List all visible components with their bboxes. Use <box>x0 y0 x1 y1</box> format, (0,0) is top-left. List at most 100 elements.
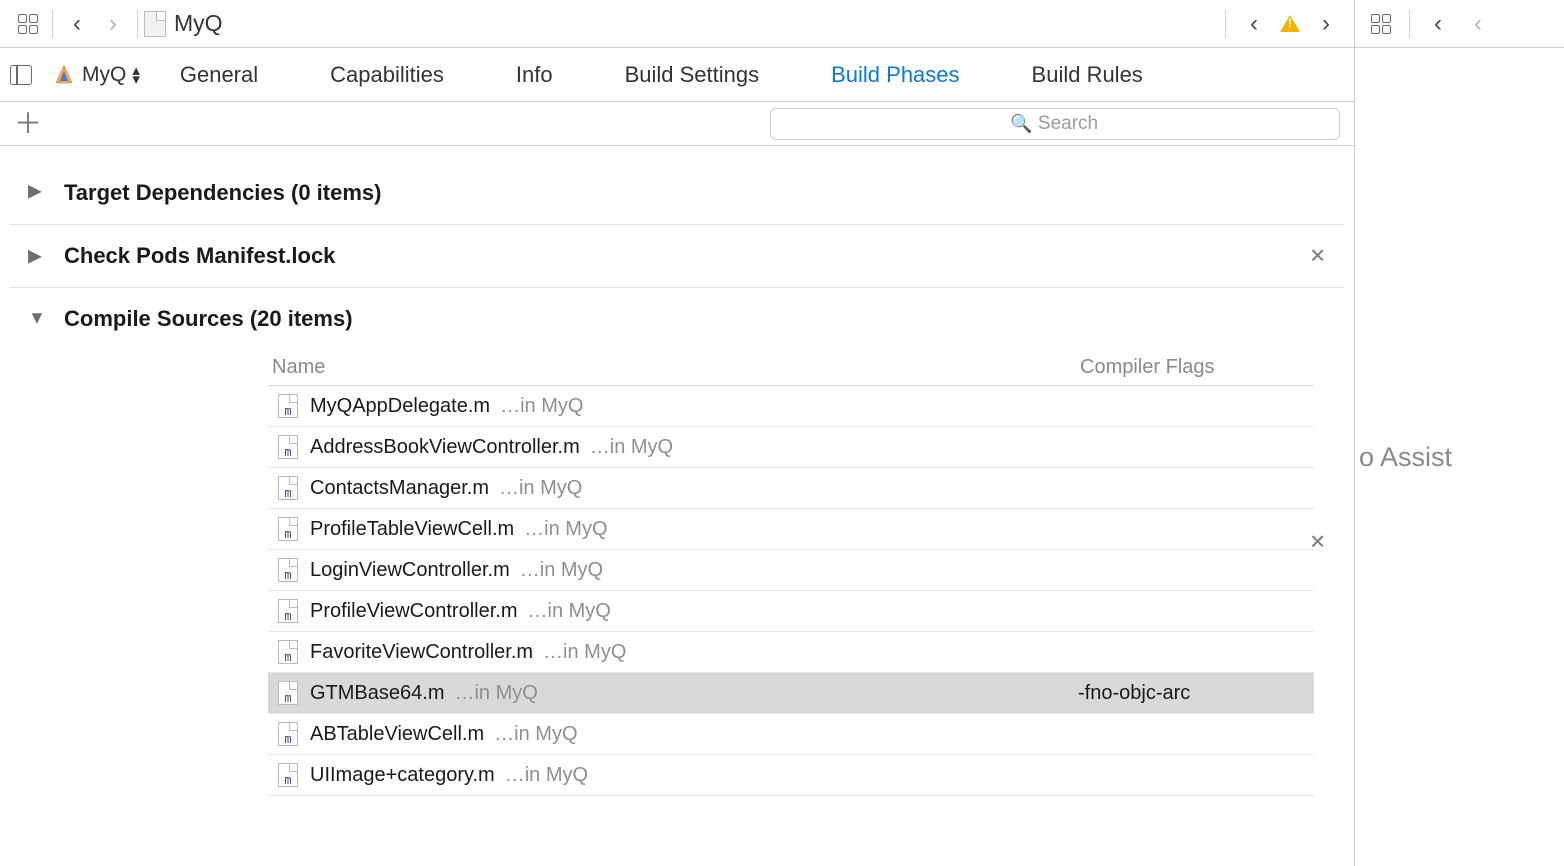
grid-icon <box>1371 14 1391 34</box>
build-phase[interactable]: ▶ Target Dependencies (0 items) <box>10 158 1344 225</box>
issues-indicator[interactable] <box>1276 6 1304 42</box>
related-items-button[interactable] <box>1363 6 1399 42</box>
path-bar: ‹ › MyQ ‹ › <box>0 0 1354 48</box>
objc-file-icon <box>278 763 298 787</box>
file-name: FavoriteViewController.m <box>310 641 533 664</box>
file-location: …in MyQ <box>505 764 588 787</box>
search-input[interactable] <box>770 108 1340 140</box>
file-location: …in MyQ <box>528 600 611 623</box>
phase-title: Compile Sources (20 items) <box>64 306 353 331</box>
table-row[interactable]: ProfileViewController.m …in MyQ <box>268 591 1314 632</box>
nav-forward-button[interactable]: › <box>95 6 131 42</box>
nav-forward-button[interactable]: ‹ <box>1460 6 1496 42</box>
file-name: UIImage+category.m <box>310 764 495 787</box>
objc-file-icon <box>278 558 298 582</box>
target-tab-bar: MyQ ▴▾ GeneralCapabilitiesInfoBuild Sett… <box>0 48 1354 102</box>
separator <box>52 10 53 38</box>
separator <box>1409 10 1410 38</box>
table-row[interactable]: LoginViewController.m …in MyQ <box>268 550 1314 591</box>
disclosure-right-icon[interactable]: ▶ <box>28 246 42 267</box>
table-row[interactable]: FavoriteViewController.m …in MyQ <box>268 632 1314 673</box>
panel-toggle-button[interactable] <box>10 65 32 85</box>
tab-build-settings[interactable]: Build Settings <box>625 62 760 88</box>
file-location: …in MyQ <box>543 641 626 664</box>
chevron-right-icon: › <box>1322 12 1330 36</box>
file-name: LoginViewController.m <box>310 559 510 582</box>
document-icon <box>144 11 166 37</box>
table-row[interactable]: ABTableViewCell.m …in MyQ <box>268 714 1314 755</box>
file-location: …in MyQ <box>494 723 577 746</box>
table-row[interactable]: AddressBookViewController.m …in MyQ <box>268 427 1314 468</box>
objc-file-icon <box>278 681 298 705</box>
nav-back-button[interactable]: ‹ <box>59 6 95 42</box>
file-location: …in MyQ <box>524 518 607 541</box>
objc-file-icon <box>278 517 298 541</box>
table-header: NameCompiler Flags <box>268 356 1314 386</box>
search-wrap: 🔍 <box>770 108 1340 140</box>
objc-file-icon <box>278 476 298 500</box>
disclosure-right-icon[interactable]: ▶ <box>28 181 42 202</box>
project-title: MyQ <box>174 10 223 37</box>
warning-icon <box>1280 15 1300 32</box>
app-target-icon <box>52 63 76 87</box>
grid-icon <box>18 14 38 34</box>
compiler-flags-cell[interactable]: -fno-objc-arc <box>1078 682 1308 705</box>
remove-phase-button[interactable]: ✕ <box>1309 244 1326 269</box>
chevron-left-icon: ‹ <box>1434 12 1442 36</box>
table-row[interactable]: UIImage+category.m …in MyQ <box>268 755 1314 796</box>
phase-title: Target Dependencies (0 items) <box>64 180 381 205</box>
tab-info[interactable]: Info <box>516 62 553 88</box>
objc-file-icon <box>278 599 298 623</box>
file-name: ProfileTableViewCell.m <box>310 518 514 541</box>
chevron-right-icon: › <box>109 12 117 36</box>
file-location: …in MyQ <box>520 559 603 582</box>
compile-sources-table: NameCompiler Flags MyQAppDelegate.m …in My… <box>268 356 1314 796</box>
file-location: …in MyQ <box>500 395 583 418</box>
table-row[interactable]: MyQAppDelegate.m …in MyQ <box>268 386 1314 427</box>
chevron-right-icon: ‹ <box>1474 12 1482 36</box>
column-flags[interactable]: Compiler Flags <box>1080 356 1310 379</box>
build-phase[interactable]: ▶ Check Pods Manifest.lock ✕ <box>10 225 1344 288</box>
disclosure-down-icon[interactable]: ▼ <box>28 308 46 329</box>
path-segment-project[interactable]: MyQ <box>144 6 223 42</box>
separator <box>1225 10 1226 38</box>
file-location: …in MyQ <box>454 682 537 705</box>
table-row[interactable]: ContactsManager.m …in MyQ <box>268 468 1314 509</box>
chevron-left-icon: ‹ <box>1250 12 1258 36</box>
chevron-left-icon: ‹ <box>73 12 81 36</box>
file-name: ProfileViewController.m <box>310 600 518 623</box>
phase-title: Check Pods Manifest.lock <box>64 243 335 268</box>
add-phase-button[interactable]: ＋ <box>14 110 42 138</box>
file-location: …in MyQ <box>590 436 673 459</box>
file-name: AddressBookViewController.m <box>310 436 580 459</box>
tab-capabilities[interactable]: Capabilities <box>330 62 444 88</box>
table-row[interactable]: ProfileTableViewCell.m …in MyQ <box>268 509 1314 550</box>
objc-file-icon <box>278 722 298 746</box>
separator <box>137 10 138 38</box>
file-name: ABTableViewCell.m <box>310 723 484 746</box>
assistant-placeholder: o Assist <box>1355 48 1564 866</box>
table-row[interactable]: GTMBase64.m …in MyQ -fno-objc-arc <box>268 673 1314 714</box>
build-phases-list[interactable]: ▶ Target Dependencies (0 items) ▶ Check Pod… <box>0 146 1354 866</box>
file-name: GTMBase64.m <box>310 682 444 705</box>
phases-toolbar: ＋ 🔍 <box>0 102 1354 146</box>
settings-tabs: General Capabilities Info Build Settings Bui… <box>180 62 1143 88</box>
issue-prev-button[interactable]: ‹ <box>1236 6 1272 42</box>
objc-file-icon <box>278 394 298 418</box>
issue-next-button[interactable]: › <box>1308 6 1344 42</box>
assistant-editor: ‹ ‹ o Assist <box>1355 0 1564 866</box>
tab-build-rules[interactable]: Build Rules <box>1032 62 1143 88</box>
column-name[interactable]: Name <box>272 356 1080 379</box>
tab-build-phases[interactable]: Build Phases <box>831 62 959 88</box>
objc-file-icon <box>278 435 298 459</box>
file-name: ContactsManager.m <box>310 477 489 500</box>
tab-general[interactable]: General <box>180 62 258 88</box>
target-selector[interactable]: MyQ <box>82 63 126 87</box>
remove-phase-button[interactable]: ✕ <box>1309 530 1326 555</box>
build-phase[interactable]: ▼ Compile Sources (20 items) ✕ NameCompiler… <box>10 288 1344 796</box>
nav-back-button[interactable]: ‹ <box>1420 6 1456 42</box>
file-name: MyQAppDelegate.m <box>310 395 490 418</box>
file-location: …in MyQ <box>499 477 582 500</box>
related-items-button[interactable] <box>10 6 46 42</box>
objc-file-icon <box>278 640 298 664</box>
